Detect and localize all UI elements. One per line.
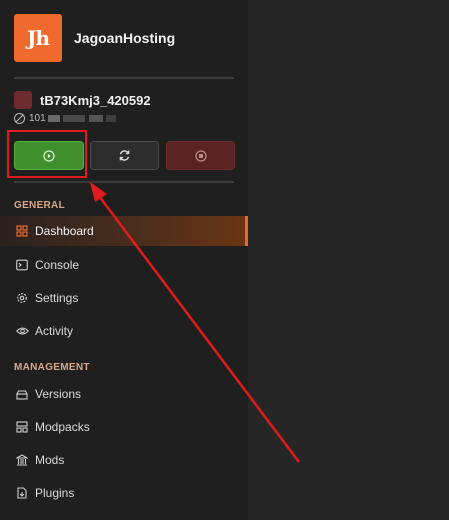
sidebar-item-console[interactable]: Console [0,250,248,280]
server-status-swatch [14,91,32,109]
server-ip-prefix: 101 [29,113,46,124]
address-icon [14,113,25,124]
server-name: tB73Kmj3_420592 [40,92,151,108]
stop-icon [194,149,207,162]
restart-server-button[interactable] [90,141,159,170]
sidebar-item-mods[interactable]: Mods [0,445,248,475]
sidebar-item-label: Plugins [35,486,75,500]
eye-icon [15,324,29,338]
divider [14,77,234,79]
redacted-ip [105,115,116,122]
sidebar-item-modpacks[interactable]: Modpacks [0,412,248,442]
section-label-management: MANAGEMENT [14,362,90,373]
sidebar-item-label: Console [35,258,80,272]
sidebar-item-versions[interactable]: Versions [0,379,248,409]
sidebar-item-plugins[interactable]: Plugins [0,478,248,508]
brand-name: JagoanHosting [74,30,176,46]
sidebar-item-label: Dashboard [35,224,94,238]
server-address[interactable]: 101 [14,113,116,124]
server-header: tB73Kmj3_420592 [14,91,151,109]
stop-server-button[interactable] [166,141,235,170]
sidebar-item-label: Versions [35,387,82,401]
divider [14,181,234,183]
refresh-icon [119,150,130,161]
sidebar-item-label: Settings [35,291,79,305]
brand-logo: Jh [14,14,62,62]
redacted-ip [88,115,103,122]
redacted-ip [62,115,85,122]
plugin-file-icon [15,486,29,500]
sidebar-item-label: Activity [35,324,74,338]
section-label-general: GENERAL [14,200,65,211]
sidebar-item-activity[interactable]: Activity [0,316,248,346]
sidebar-item-settings[interactable]: Settings [0,283,248,313]
sidebar-item-dashboard[interactable]: Dashboard [0,216,248,246]
dashboard-icon [15,224,29,238]
building-icon [15,453,29,467]
terminal-icon [15,258,29,272]
gear-icon [15,291,29,305]
sidebar-item-label: Modpacks [35,420,90,434]
redacted-ip [47,115,60,122]
sidebar: Jh JagoanHosting tB73Kmj3_420592 101 GEN… [0,0,248,520]
layers-icon [15,387,29,401]
package-icon [15,420,29,434]
annotation-highlight-box [7,130,87,178]
main-content [248,0,449,520]
sidebar-item-label: Mods [35,453,65,467]
brand[interactable]: Jh JagoanHosting [14,14,175,62]
